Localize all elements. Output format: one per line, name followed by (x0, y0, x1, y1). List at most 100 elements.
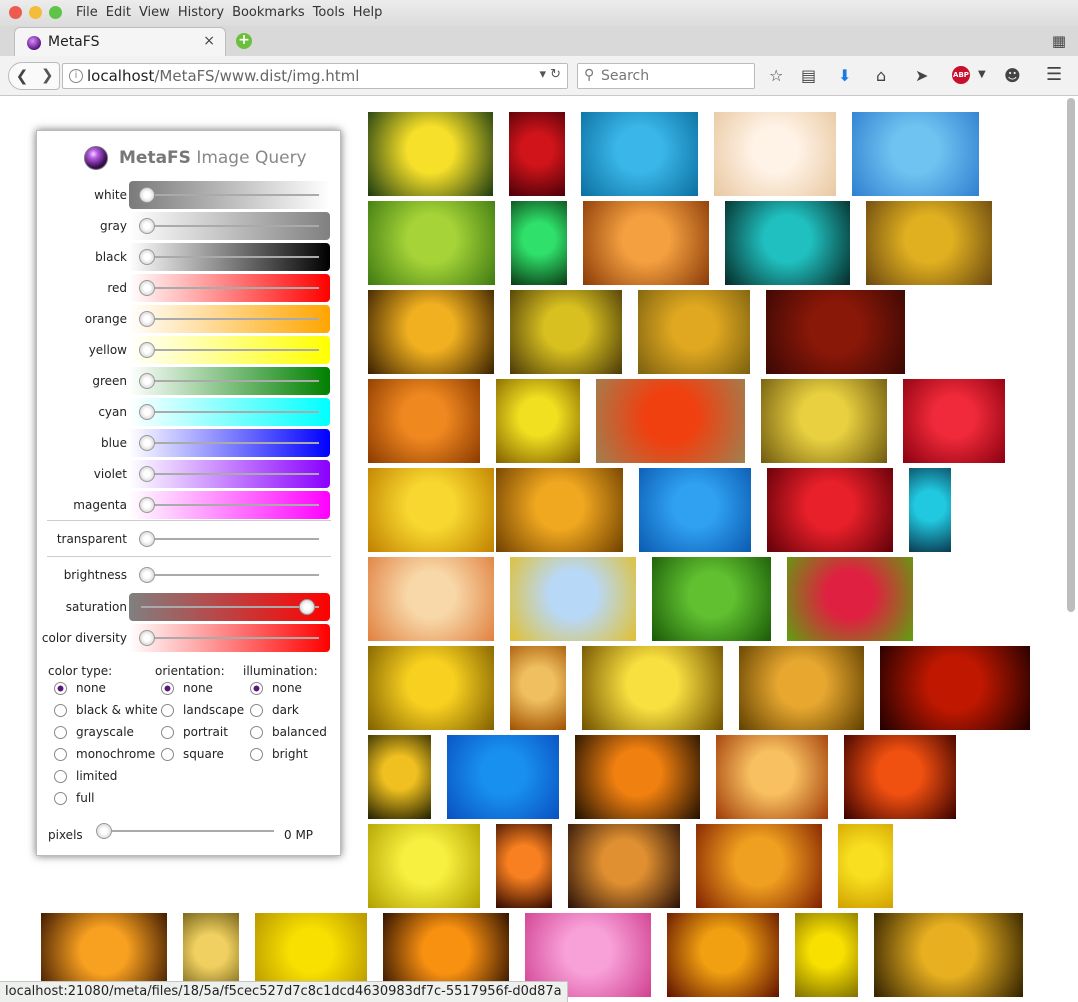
image-thumb-red-lily[interactable] (787, 557, 913, 641)
image-thumb-guitar[interactable] (368, 379, 480, 463)
image-thumb-candles[interactable] (716, 735, 828, 819)
home-icon[interactable]: ⌂ (876, 66, 886, 85)
pixels-slider-track[interactable] (99, 830, 274, 832)
image-thumb-yellow-flowers[interactable] (496, 379, 580, 463)
radio-icon[interactable] (54, 770, 67, 783)
image-thumb-yellow-leaf[interactable] (510, 290, 622, 374)
image-thumb-polar-bear-underwater[interactable] (581, 112, 698, 196)
slider-knob[interactable] (139, 218, 155, 234)
slider-brightness[interactable]: brightness (37, 561, 342, 589)
menu-history[interactable]: History (178, 5, 224, 20)
back-arrow-icon[interactable]: ❮ (11, 65, 33, 87)
image-thumb-red-lights[interactable] (880, 646, 1030, 730)
radio-icon[interactable] (54, 748, 67, 761)
tab-groups-icon[interactable]: ▦ (1052, 32, 1066, 50)
image-thumb-orange-pattern[interactable] (368, 557, 494, 641)
radio-illumination-dark[interactable]: dark (250, 703, 299, 717)
image-thumb-lemons[interactable] (761, 379, 887, 463)
image-thumb-dandelion[interactable] (368, 112, 493, 196)
image-thumb-green-light[interactable] (511, 201, 567, 285)
menu-edit[interactable]: Edit (106, 5, 131, 20)
image-thumb-disco-ball[interactable] (725, 201, 850, 285)
image-thumb-yellow-chrysanthemum[interactable] (368, 824, 480, 908)
slider-knob[interactable] (139, 567, 155, 583)
tab-close-icon[interactable]: × (203, 33, 215, 49)
reading-list-icon[interactable]: ▤ (801, 66, 816, 85)
url-text[interactable]: localhost/MetaFS/www.dist/img.html (87, 67, 359, 85)
close-window-button[interactable] (9, 6, 22, 19)
slider-knob[interactable] (139, 249, 155, 265)
slider-knob[interactable] (139, 435, 155, 451)
image-thumb-red-sunset[interactable] (844, 735, 956, 819)
image-thumb-green-leaf-bug[interactable] (652, 557, 771, 641)
slider-black[interactable]: black (37, 243, 342, 271)
radio-orientation-square[interactable]: square (161, 747, 224, 761)
tab-metafs[interactable]: MetaFS × (14, 27, 226, 57)
image-thumb-biplane[interactable] (510, 557, 636, 641)
radio-illumination-none[interactable]: none (250, 681, 302, 695)
image-thumb-fall-leaves[interactable] (638, 290, 750, 374)
radio-icon[interactable] (250, 748, 263, 761)
forward-arrow-icon[interactable]: ❯ (41, 66, 54, 84)
slider-blue[interactable]: blue (37, 429, 342, 457)
image-thumb-glasses[interactable] (696, 824, 822, 908)
image-thumb-sunflower-2[interactable] (838, 824, 893, 908)
slider-knob[interactable] (139, 531, 155, 547)
image-thumb-golden-pattern[interactable] (739, 646, 864, 730)
scrollbar-thumb[interactable] (1067, 98, 1075, 612)
image-thumb-red-bokeh[interactable] (767, 468, 893, 552)
search-box[interactable]: ⚲ Search (577, 63, 755, 89)
image-thumb-corn[interactable] (496, 468, 623, 552)
slider-green[interactable]: green (37, 367, 342, 395)
image-thumb-autumn-leaves[interactable] (866, 201, 992, 285)
slider-knob[interactable] (139, 497, 155, 513)
slider-transparent[interactable]: transparent (37, 525, 342, 553)
maximize-window-button[interactable] (49, 6, 62, 19)
radio-color-type-black-white[interactable]: black & white (54, 703, 158, 717)
image-thumb-sunflower-center[interactable] (368, 646, 494, 730)
menu-file[interactable]: File (76, 5, 98, 20)
reload-icon[interactable]: ▾ ↻ (539, 67, 561, 82)
radio-orientation-none[interactable]: none (161, 681, 213, 695)
slider-knob[interactable] (299, 599, 315, 615)
slider-color-diversity[interactable]: color diversity (37, 624, 342, 652)
radio-icon[interactable] (54, 682, 67, 695)
slider-knob[interactable] (139, 187, 155, 203)
radio-color-type-monochrome[interactable]: monochrome (54, 747, 155, 761)
slider-knob[interactable] (139, 404, 155, 420)
image-thumb-blue-door[interactable] (639, 468, 751, 552)
image-thumb-leaves-sky[interactable] (852, 112, 979, 196)
image-thumb-blue-water[interactable] (447, 735, 559, 819)
image-thumb-poppy[interactable] (596, 379, 745, 463)
image-thumb-baby[interactable] (714, 112, 836, 196)
bookmark-star-icon[interactable]: ☆ (769, 66, 783, 85)
slider-saturation[interactable]: saturation (37, 593, 342, 621)
slider-yellow[interactable]: yellow (37, 336, 342, 364)
image-thumb-red-dahlia[interactable] (903, 379, 1005, 463)
slider-gray[interactable]: gray (37, 212, 342, 240)
menu-help[interactable]: Help (353, 5, 383, 20)
radio-icon[interactable] (161, 748, 174, 761)
adblock-icon[interactable]: ABP (952, 66, 970, 84)
site-identity-icon[interactable]: i (69, 69, 83, 83)
slider-knob[interactable] (139, 466, 155, 482)
slider-knob[interactable] (139, 630, 155, 646)
image-thumb-yellow-daisy[interactable] (368, 468, 494, 552)
slider-knob[interactable] (139, 311, 155, 327)
image-thumb-yellow-flower-dark[interactable] (874, 913, 1023, 997)
radio-orientation-landscape[interactable]: landscape (161, 703, 244, 717)
radio-icon[interactable] (250, 704, 263, 717)
share-icon[interactable]: ➤ (915, 66, 928, 85)
slider-knob[interactable] (139, 373, 155, 389)
radio-icon[interactable] (250, 726, 263, 739)
radio-icon[interactable] (54, 704, 67, 717)
chat-icon[interactable]: ☻ (1004, 66, 1021, 85)
slider-knob[interactable] (139, 342, 155, 358)
menu-bookmarks[interactable]: Bookmarks (232, 5, 305, 20)
image-thumb-wood-fire[interactable] (583, 201, 709, 285)
image-thumb-sunflower[interactable] (582, 646, 723, 730)
radio-color-type-limited[interactable]: limited (54, 769, 117, 783)
image-thumb-orange-tulip[interactable] (667, 913, 779, 997)
slider-red[interactable]: red (37, 274, 342, 302)
radio-orientation-portrait[interactable]: portrait (161, 725, 228, 739)
